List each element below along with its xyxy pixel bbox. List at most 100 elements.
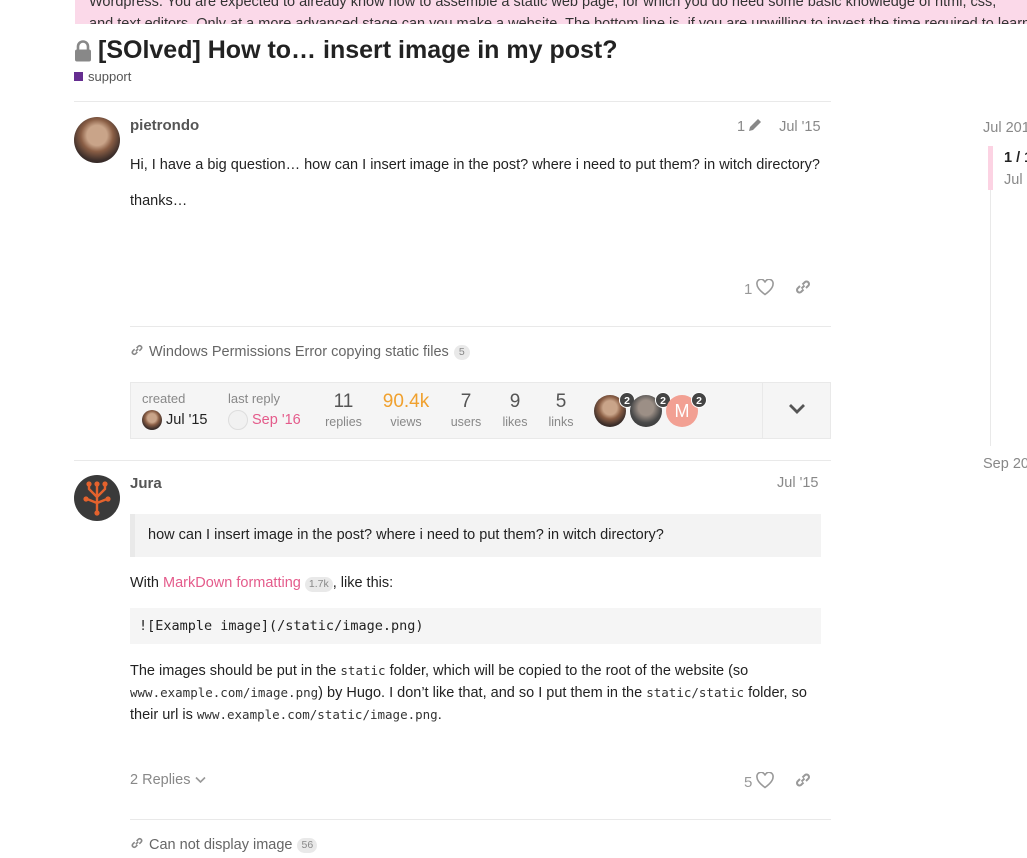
topic-timeline: Jul 2015 1 / 12 Jul 2015 Sep 2016 <box>983 118 1027 478</box>
topic-title: [SOlved] How to… insert image in my post… <box>74 36 618 65</box>
category-color-square <box>74 72 83 81</box>
link-icon <box>130 343 144 361</box>
participant-avatar[interactable]: M 2 <box>666 392 707 427</box>
post-date[interactable]: Jul '15 <box>779 119 820 135</box>
avatar <box>142 410 162 430</box>
link-click-count: 5 <box>453 344 470 360</box>
stat-number: 11 <box>333 391 354 412</box>
timeline-end-date[interactable]: Sep 2016 <box>983 456 1027 472</box>
topic-map: created Jul '15 last reply Sep '16 11 re… <box>130 382 831 439</box>
text-segment: , like this: <box>332 575 394 591</box>
created-date: Jul '15 <box>166 412 208 428</box>
post-actions: 5 <box>744 771 812 793</box>
post-paragraph: Hi, I have a big question… how can I ins… <box>130 157 820 173</box>
share-link-icon[interactable] <box>794 771 812 793</box>
edit-count: 1 <box>737 119 746 135</box>
post-username[interactable]: Jura <box>130 475 162 492</box>
post-actions: 1 <box>744 278 812 300</box>
participant-initial: M <box>674 401 690 421</box>
stat-views: 90.4k views <box>378 391 434 429</box>
last-reply-date-link[interactable]: Sep '16 <box>228 410 301 430</box>
avatar[interactable] <box>74 117 120 163</box>
timeline-position: 1 / 12 <box>1004 150 1027 166</box>
stat-replies: 11 replies <box>321 391 366 429</box>
like-button[interactable]: 1 <box>744 278 775 300</box>
like-count: 1 <box>744 280 753 298</box>
created-label: created <box>142 391 186 406</box>
last-reply-info: last reply Sep '16 <box>228 391 301 430</box>
timeline-scroll-track[interactable] <box>990 146 991 446</box>
divider <box>74 460 831 461</box>
stat-number: 90.4k <box>382 391 430 412</box>
linked-topic-title[interactable]: Can not display image <box>149 837 292 853</box>
last-reply-date: Sep '16 <box>252 412 301 428</box>
post-body: Hi, I have a big question… how can I ins… <box>130 155 820 227</box>
avatar <box>228 410 248 430</box>
inline-code: www.example.com/image.png <box>130 685 319 700</box>
text-segment: . <box>437 707 442 723</box>
stat-users: 7 users <box>448 391 484 429</box>
timeline-position-date: Jul 2015 <box>1004 172 1027 188</box>
stat-number: 5 <box>555 391 567 412</box>
stat-label: views <box>390 415 422 429</box>
stat-number: 9 <box>509 391 521 412</box>
share-link-icon[interactable] <box>794 278 812 300</box>
divider <box>130 819 831 820</box>
heart-icon <box>756 278 775 300</box>
show-replies-button[interactable]: 2 Replies <box>130 772 207 788</box>
chevron-down-icon <box>788 402 806 420</box>
linked-topic[interactable]: Windows Permissions Error copying static… <box>130 343 470 361</box>
linked-topic[interactable]: Can not display image 56 <box>130 836 318 854</box>
text-segment: ) by Hugo. I don’t like that, and so I p… <box>318 685 647 701</box>
timeline-start-date[interactable]: Jul 2015 <box>983 120 1027 136</box>
avatar[interactable] <box>74 475 120 521</box>
edit-history-button[interactable]: 1 <box>737 117 763 137</box>
post-meta: Jul '15 <box>777 475 818 491</box>
post-paragraph: thanks… <box>130 193 188 209</box>
expand-topic-map-button[interactable] <box>762 383 830 438</box>
post-date[interactable]: Jul '15 <box>777 475 818 491</box>
replies-label: 2 Replies <box>130 772 191 788</box>
announcement-banner: Wordpress. You are expected to already k… <box>75 0 1027 24</box>
divider <box>130 326 831 327</box>
lock-icon <box>74 39 92 62</box>
post-body: The images should be put in the static f… <box>130 660 820 741</box>
circuit-logo-icon <box>83 481 111 516</box>
category-name: support <box>88 69 132 84</box>
inline-code: www.example.com/static/image.png <box>196 707 438 722</box>
banner-text-line-1: Wordpress. You are expected to already k… <box>89 0 997 10</box>
code-block: ![Example image](/static/image.png) <box>130 608 821 644</box>
stat-label: links <box>548 415 574 429</box>
chevron-down-icon <box>195 772 207 788</box>
text-segment: With <box>130 575 164 591</box>
stat-label: replies <box>325 415 362 429</box>
like-button[interactable]: 5 <box>744 771 775 793</box>
participant-avatar[interactable]: 2 <box>594 392 635 427</box>
post-paragraph: The images should be put in the static f… <box>130 660 820 726</box>
divider <box>74 101 831 102</box>
link-click-count: 56 <box>297 837 318 853</box>
like-count: 5 <box>744 773 753 791</box>
inline-code: static <box>340 663 386 678</box>
link-click-count: 1.7k <box>304 577 333 592</box>
created-info: created Jul '15 <box>142 391 207 430</box>
markdown-formatting-link[interactable]: MarkDown formatting <box>163 575 301 591</box>
created-date-link[interactable]: Jul '15 <box>142 410 207 430</box>
blockquote: how can I insert image in the post? wher… <box>130 514 821 557</box>
post-paragraph: With MarkDown formatting 1.7k, like this… <box>130 573 820 594</box>
participant-post-count: 2 <box>691 392 707 408</box>
post-username[interactable]: pietrondo <box>130 117 199 134</box>
stat-links: 5 links <box>544 391 578 429</box>
banner-text-line-2: and text editors. Only at a more advance… <box>89 16 1027 24</box>
topic-title-text[interactable]: [SOlved] How to… insert image in my post… <box>98 36 618 65</box>
category-badge[interactable]: support <box>74 69 131 84</box>
participant-avatar[interactable]: 2 <box>630 392 671 427</box>
timeline-scroll-handle[interactable] <box>988 146 993 190</box>
post-body: With MarkDown formatting 1.7k, like this… <box>130 573 820 609</box>
link-icon <box>130 836 144 854</box>
heart-icon <box>756 771 775 793</box>
stat-label: likes <box>502 415 528 429</box>
linked-topic-title[interactable]: Windows Permissions Error copying static… <box>149 344 449 360</box>
stat-likes: 9 likes <box>498 391 532 429</box>
text-segment: folder, which will be copied to the root… <box>385 663 749 679</box>
